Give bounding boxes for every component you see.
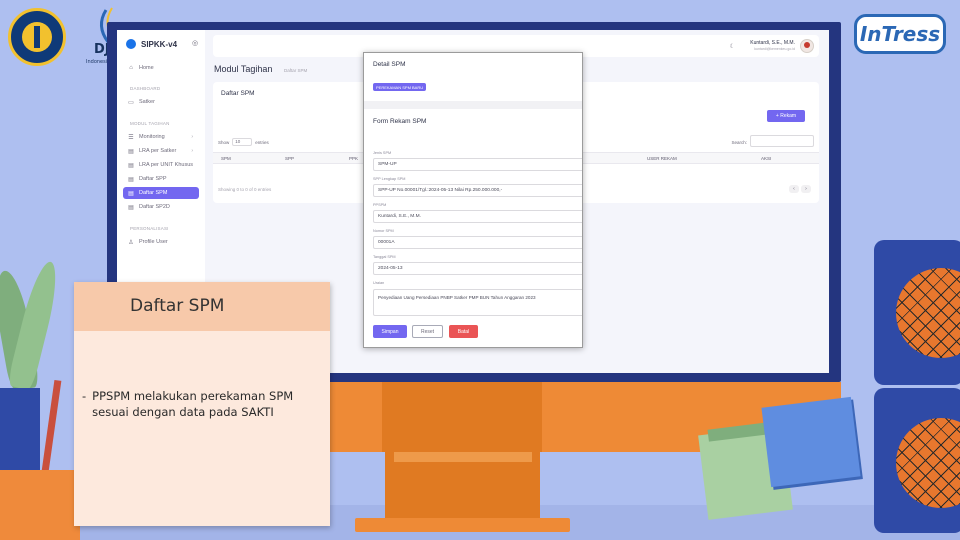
detail-spm-modal: Detail SPM PEREKAMAN SPM BARU Form Rekam… [363, 52, 583, 348]
sidebar-toggle-icon[interactable]: ◎ [192, 39, 198, 47]
sidebar-item-label: Monitoring [139, 134, 165, 140]
doc-icon: ▤ [128, 162, 134, 169]
caption-bullet: - PPSPM melakukan perekaman SPM sesuai d… [82, 388, 322, 420]
doc-icon: ▤ [128, 190, 134, 197]
pagination-next-button[interactable]: › [801, 185, 811, 193]
brand-logo-icon [126, 39, 136, 49]
sidebar-item-label: Profile User [139, 239, 168, 245]
sidebar-item-satker[interactable]: ▭ Satker [123, 96, 199, 108]
sidebar-item-monitoring[interactable]: ☰ Monitoring › [123, 131, 199, 143]
user-name: Kuntardi, S.E., M.M. [750, 40, 795, 46]
brand-name: SIPKK-v4 [141, 39, 178, 49]
pencil-cup [0, 470, 80, 540]
entries-label: entries [255, 139, 269, 145]
sidebar-item-label: LRA per UNIT Khusus [139, 162, 194, 168]
reset-button[interactable]: Reset [412, 325, 443, 338]
cancel-button[interactable]: Batal [449, 325, 478, 338]
list-icon: ☰ [128, 134, 134, 141]
kemenkeu-logo [8, 8, 66, 66]
tanggal-spm-field[interactable]: 2024-05-13 [373, 262, 582, 275]
sidebar-section-label: MODUL TAGIHAN [130, 121, 170, 126]
sidebar-item-daftar-spm[interactable]: ▤ Daftar SPM [123, 187, 199, 199]
modal-title: Detail SPM [373, 61, 406, 68]
sidebar-item-label: Daftar SPM [139, 190, 168, 196]
caption-header: Daftar SPM [74, 282, 330, 331]
spp-label: SPP Lengkap SPM [373, 177, 406, 181]
tanggal-spm-label: Tanggal SPM [373, 255, 396, 259]
chevron-right-icon: › [191, 148, 193, 154]
breadcrumb[interactable]: Daftar SPM [284, 68, 307, 73]
doc-icon: ▤ [128, 204, 134, 211]
rekam-button[interactable]: + Rekam [767, 110, 805, 122]
ppspm-field[interactable]: Kuntardi, S.E., M.M. [373, 210, 582, 223]
pagination-prev-button[interactable]: ‹ [789, 185, 799, 193]
monitor-icon: ▭ [128, 99, 134, 106]
status-badge: PEREKAMAN SPM BARU [373, 83, 427, 91]
avatar[interactable] [800, 39, 814, 53]
page-title: Modul Tagihan [214, 64, 273, 74]
caption-title: Daftar SPM [130, 296, 225, 316]
save-button[interactable]: Simpan [373, 325, 407, 338]
monitor-stand [382, 382, 542, 452]
user-email: kuntardi@kemenkeu.go.id [754, 47, 795, 51]
theme-toggle-icon[interactable]: ☾ [730, 43, 735, 50]
uraian-label: Uraian [373, 281, 385, 285]
uraian-textarea[interactable]: Penyediaan Uang Persediaan PNBP Satker P… [373, 289, 582, 316]
jenis-spm-label: Jenis SPM [373, 151, 392, 155]
caption-panel: Daftar SPM - PPSPM melakukan perekaman S… [74, 282, 330, 526]
sidebar-item-profile[interactable]: ♙ Profile User [123, 236, 199, 248]
form-title: Form Rekam SPM [373, 118, 427, 125]
column-header-user-rekam[interactable]: USER REKAM [647, 156, 677, 161]
divider [364, 101, 582, 109]
sidebar-section-label: PERSONALISASI [130, 226, 169, 231]
home-icon: ⌂ [129, 65, 133, 71]
sidebar-item-lra-unit[interactable]: ▤ LRA per UNIT Khusus [123, 159, 199, 171]
bullet-text: PPSPM melakukan perekaman SPM sesuai den… [92, 389, 294, 419]
doc-icon: ▤ [128, 148, 134, 155]
sidebar-item-home[interactable]: ⌂ Home [123, 62, 199, 74]
page-length-select[interactable]: 10 [232, 138, 253, 146]
column-header-spm[interactable]: SPM [221, 156, 231, 161]
sidebar-item-label: LRA per Satker [139, 148, 177, 154]
bullet-marker: - [82, 389, 87, 403]
monitor-neck-highlight [394, 452, 532, 462]
pagination: ‹ › [789, 185, 811, 193]
column-header-spp[interactable]: SPP [285, 156, 294, 161]
intress-logo: InTress [854, 14, 946, 54]
column-header-aksi[interactable]: AKSI [761, 156, 771, 161]
card-title: Daftar SPM [221, 90, 255, 97]
show-label: Show [218, 139, 230, 145]
monitor-base [355, 518, 570, 532]
brand[interactable]: SIPKK-v4 [126, 39, 177, 49]
sidebar-item-label: Daftar SPP [139, 176, 167, 182]
sidebar-section-label: DASHBOARD [130, 86, 161, 91]
table-info: Showing 0 to 0 of 0 entries [218, 187, 272, 192]
sidebar-item-daftar-spp[interactable]: ▤ Daftar SPP [123, 173, 199, 185]
doc-icon: ▤ [128, 176, 134, 183]
user-icon: ♙ [128, 239, 134, 246]
page-length-control: Show 10 entries [218, 138, 269, 146]
sidebar-item-label: Home [139, 65, 154, 71]
sidebar-item-label: Daftar SP2D [139, 204, 170, 210]
search-label: Search: [731, 140, 747, 145]
jenis-spm-select[interactable]: SPM-UP [373, 158, 582, 171]
search-input[interactable] [750, 135, 814, 147]
plant-pot [0, 388, 40, 478]
sidebar-item-label: Satker [139, 99, 155, 105]
sidebar-item-daftar-sp2d[interactable]: ▤ Daftar SP2D [123, 201, 199, 213]
pencil [41, 379, 62, 473]
sticky-note-blue [761, 396, 861, 488]
spp-select[interactable]: SPP-UP No.00001/Tgl.:2024-05-13 Nilai Rp… [373, 184, 582, 197]
sidebar-item-lra-satker[interactable]: ▤ LRA per Satker › [123, 145, 199, 157]
ppspm-label: PPSPM [373, 203, 387, 207]
nomor-spm-field[interactable]: 00001A [373, 236, 582, 249]
column-header-ppk[interactable]: PPK [349, 156, 358, 161]
nomor-spm-label: Nomor SPM [373, 229, 394, 233]
chevron-right-icon: › [191, 134, 193, 140]
